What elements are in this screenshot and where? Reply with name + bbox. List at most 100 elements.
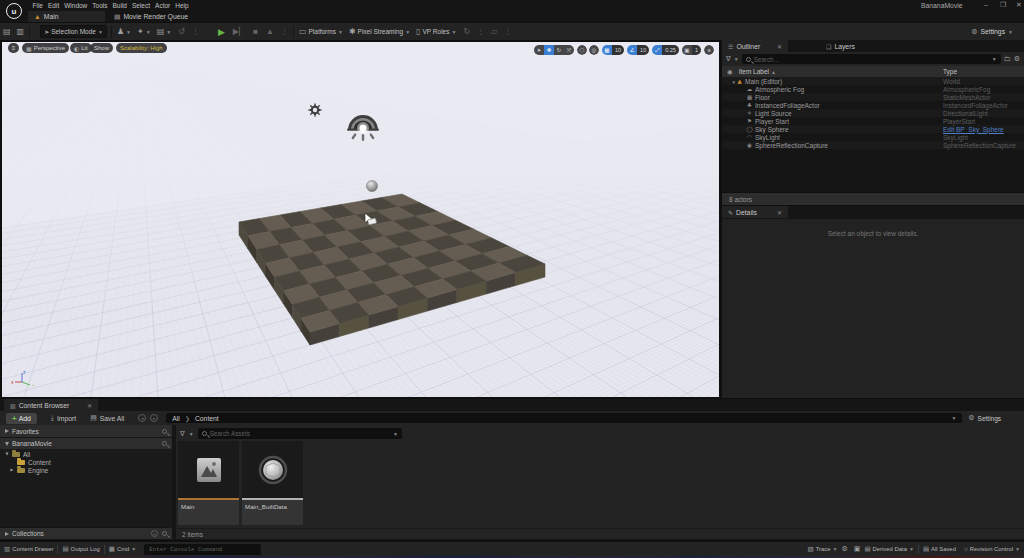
camera-icon[interactable]: ▣ bbox=[682, 45, 692, 55]
outliner-close-icon[interactable]: ✕ bbox=[777, 43, 782, 50]
skip-button[interactable]: ▶▏ bbox=[233, 27, 245, 36]
cinematics-dropdown[interactable]: ▤▼ bbox=[154, 25, 175, 38]
outliner-row-instancedfoliageactor[interactable]: ♣InstancedFoliageActorInstancedFoliageAc… bbox=[722, 101, 1024, 109]
viewport-menu-button[interactable]: ≡ bbox=[8, 43, 19, 53]
menu-help[interactable]: Help bbox=[173, 2, 191, 9]
status-gear-icon[interactable]: ⚙ bbox=[841, 545, 847, 553]
play-button[interactable]: ▶ bbox=[218, 27, 225, 37]
camera-count[interactable]: 1 bbox=[692, 45, 701, 55]
collections-header[interactable]: Collections + bbox=[0, 527, 172, 539]
back-button[interactable]: ◂ bbox=[138, 414, 146, 422]
add-button[interactable]: + Add bbox=[6, 413, 37, 424]
show-dropdown[interactable]: Show bbox=[90, 43, 113, 53]
save-all-button[interactable]: ▤ Save All bbox=[90, 414, 124, 422]
scale-tool-button[interactable]: ⤧ bbox=[564, 45, 574, 55]
tab-movie-render-queue[interactable]: ▤ Movie Render Queue bbox=[108, 11, 194, 22]
forward-button[interactable]: ▸ bbox=[150, 414, 158, 422]
lit-dropdown[interactable]: ◐ Lit bbox=[70, 43, 92, 53]
recompile-icon[interactable]: ↻ bbox=[463, 27, 470, 36]
tab-details[interactable]: ✎ Details ✕ bbox=[722, 206, 788, 218]
world-space-button[interactable]: ⬡ bbox=[577, 45, 587, 55]
viewport-maximize-button[interactable]: ≡ bbox=[704, 45, 714, 55]
vp-overflow-dots[interactable]: ⋮ bbox=[477, 28, 484, 36]
menu-select[interactable]: Select bbox=[129, 2, 152, 9]
play-options-dots[interactable]: ⋮ bbox=[281, 28, 288, 36]
project-search-icon[interactable] bbox=[162, 441, 167, 446]
pixel-streaming-dropdown[interactable]: ✱ Pixel Streaming▼ bbox=[346, 25, 413, 38]
all-saved-indicator[interactable]: ▤ All Saved bbox=[919, 542, 960, 557]
favorites-header[interactable]: Favorites bbox=[0, 425, 172, 437]
console-input[interactable]: Enter Console Command bbox=[144, 544, 261, 555]
perspective-dropdown[interactable]: ▦ Perspective bbox=[22, 43, 69, 53]
trace-dropdown[interactable]: ▧ Trace ▼ bbox=[804, 542, 842, 557]
asset-filter-icon[interactable]: ∇ bbox=[180, 430, 185, 438]
rotate-tool-button[interactable]: ↻ bbox=[554, 45, 564, 55]
asset-card-main[interactable]: Main bbox=[178, 441, 239, 525]
platforms-dropdown[interactable]: ▭ Platforms▼ bbox=[296, 25, 346, 38]
select-tool-button[interactable]: ➤ bbox=[534, 45, 544, 55]
asset-search-input[interactable]: Search Assets ▼ bbox=[198, 428, 402, 439]
outliner-row-spherereflectioncapture[interactable]: ◉SphereReflectionCaptureSphereReflection… bbox=[722, 141, 1024, 149]
menu-window[interactable]: Window bbox=[62, 2, 90, 9]
misc-toolbar-icon[interactable]: ▱ bbox=[491, 27, 497, 36]
outliner-search-input[interactable]: Search... ▼ bbox=[742, 54, 1001, 64]
tab-layers[interactable]: ❏ Layers bbox=[820, 40, 861, 52]
menu-build[interactable]: Build bbox=[110, 2, 129, 9]
rotation-snap-icon[interactable]: ∠ bbox=[627, 45, 637, 55]
menu-actor[interactable]: Actor bbox=[153, 2, 173, 9]
outliner-row-floor[interactable]: ▦FloorStaticMeshActor bbox=[722, 93, 1024, 101]
breadcrumb-all[interactable]: All bbox=[172, 415, 180, 422]
close-button[interactable]: ✕ bbox=[1016, 1, 1022, 9]
selection-mode-dropdown[interactable]: ➤ Selection Mode ▼ bbox=[40, 25, 107, 38]
details-close-icon[interactable]: ✕ bbox=[777, 209, 782, 216]
output-log-button[interactable]: ▤ Output Log bbox=[58, 542, 103, 557]
maximize-button[interactable]: ❐ bbox=[1000, 1, 1006, 9]
menu-edit[interactable]: Edit bbox=[45, 2, 61, 9]
outliner-row-sky-sphere[interactable]: ◯Sky SphereEdit BP_Sky_Sphere bbox=[722, 125, 1024, 133]
folder-content[interactable]: Content bbox=[0, 458, 172, 466]
toolbar-overflow-dots[interactable]: ⋮ bbox=[192, 28, 199, 36]
breadcrumb[interactable]: All ❯ Content ▼ bbox=[166, 413, 962, 423]
edit-blueprint-link[interactable]: Edit BP_Sky_Sphere bbox=[943, 126, 1004, 133]
save-icon[interactable]: ▤ bbox=[3, 27, 11, 36]
new-folder-icon[interactable]: 🗀 bbox=[1004, 55, 1011, 63]
content-drawer-button[interactable]: ▥ Content Drawer bbox=[0, 542, 57, 557]
surface-snap-button[interactable]: ◎ bbox=[589, 45, 599, 55]
screenshot-icon[interactable]: ▣ bbox=[854, 545, 861, 553]
outliner-row-skylight[interactable]: ◠SkyLightSkyLight bbox=[722, 133, 1024, 141]
vp-roles-dropdown[interactable]: ▯ VP Roles▼ bbox=[413, 25, 459, 38]
breadcrumb-content[interactable]: Content bbox=[195, 415, 219, 422]
menu-tools[interactable]: Tools bbox=[90, 2, 110, 9]
misc-overflow-dots[interactable]: ⋮ bbox=[504, 28, 511, 36]
rotation-snap-value[interactable]: 10 bbox=[637, 45, 649, 55]
tab-outliner[interactable]: ☰ Outliner ✕ bbox=[722, 40, 788, 52]
outliner-settings-gear-icon[interactable]: ⚙ bbox=[1014, 55, 1020, 63]
derived-data-dropdown[interactable]: ▤ Derived Data ▼ bbox=[860, 542, 918, 557]
blueprints-dropdown[interactable]: ✦▼ bbox=[134, 25, 154, 38]
add-actor-dropdown[interactable]: ♟▼ bbox=[114, 25, 134, 38]
undo-icon[interactable]: ↺ bbox=[178, 27, 185, 36]
add-collection-icon[interactable]: + bbox=[151, 530, 158, 537]
asset-card-main_builtdata[interactable]: Main_BuiltData bbox=[242, 441, 303, 525]
outliner-row-atmospheric-fog[interactable]: ☁Atmospheric FogAtmosphericFog bbox=[722, 85, 1024, 93]
menu-file[interactable]: File bbox=[30, 2, 45, 9]
collections-search-icon[interactable] bbox=[162, 531, 167, 536]
outliner-filter-icon[interactable]: ∇ bbox=[726, 55, 731, 63]
cmd-dropdown[interactable]: ▦ Cmd ▼ bbox=[105, 542, 141, 557]
content-browser-settings-button[interactable]: ⚙ Settings bbox=[968, 414, 1001, 422]
stop-button[interactable]: ■ bbox=[253, 27, 258, 36]
viewport[interactable]: ≡ ▦ Perspective ◐ Lit Show Scalability: … bbox=[0, 40, 721, 398]
project-header[interactable]: BananaMovie bbox=[0, 437, 172, 449]
grid-snap-value[interactable]: 10 bbox=[612, 45, 624, 55]
tab-main-level[interactable]: ▲ Main bbox=[28, 11, 105, 22]
folder-all[interactable]: All bbox=[0, 450, 172, 458]
scale-snap-icon[interactable]: ⤢ bbox=[652, 45, 662, 55]
revision-control-dropdown[interactable]: ⑂ Revision Control ▼ bbox=[960, 542, 1024, 557]
tab-content-browser[interactable]: ▥ Content Browser ✕ bbox=[4, 399, 98, 411]
favorites-search-icon[interactable] bbox=[162, 429, 167, 434]
content-browser-icon[interactable]: ▥ bbox=[17, 27, 25, 36]
scalability-badge[interactable]: Scalability: High bbox=[116, 43, 167, 53]
move-tool-button[interactable]: ✥ bbox=[544, 45, 554, 55]
outliner-row-light-source[interactable]: ☀Light SourceDirectionalLight bbox=[722, 109, 1024, 117]
settings-dropdown[interactable]: ⚙ Settings ▼ bbox=[966, 25, 1018, 38]
